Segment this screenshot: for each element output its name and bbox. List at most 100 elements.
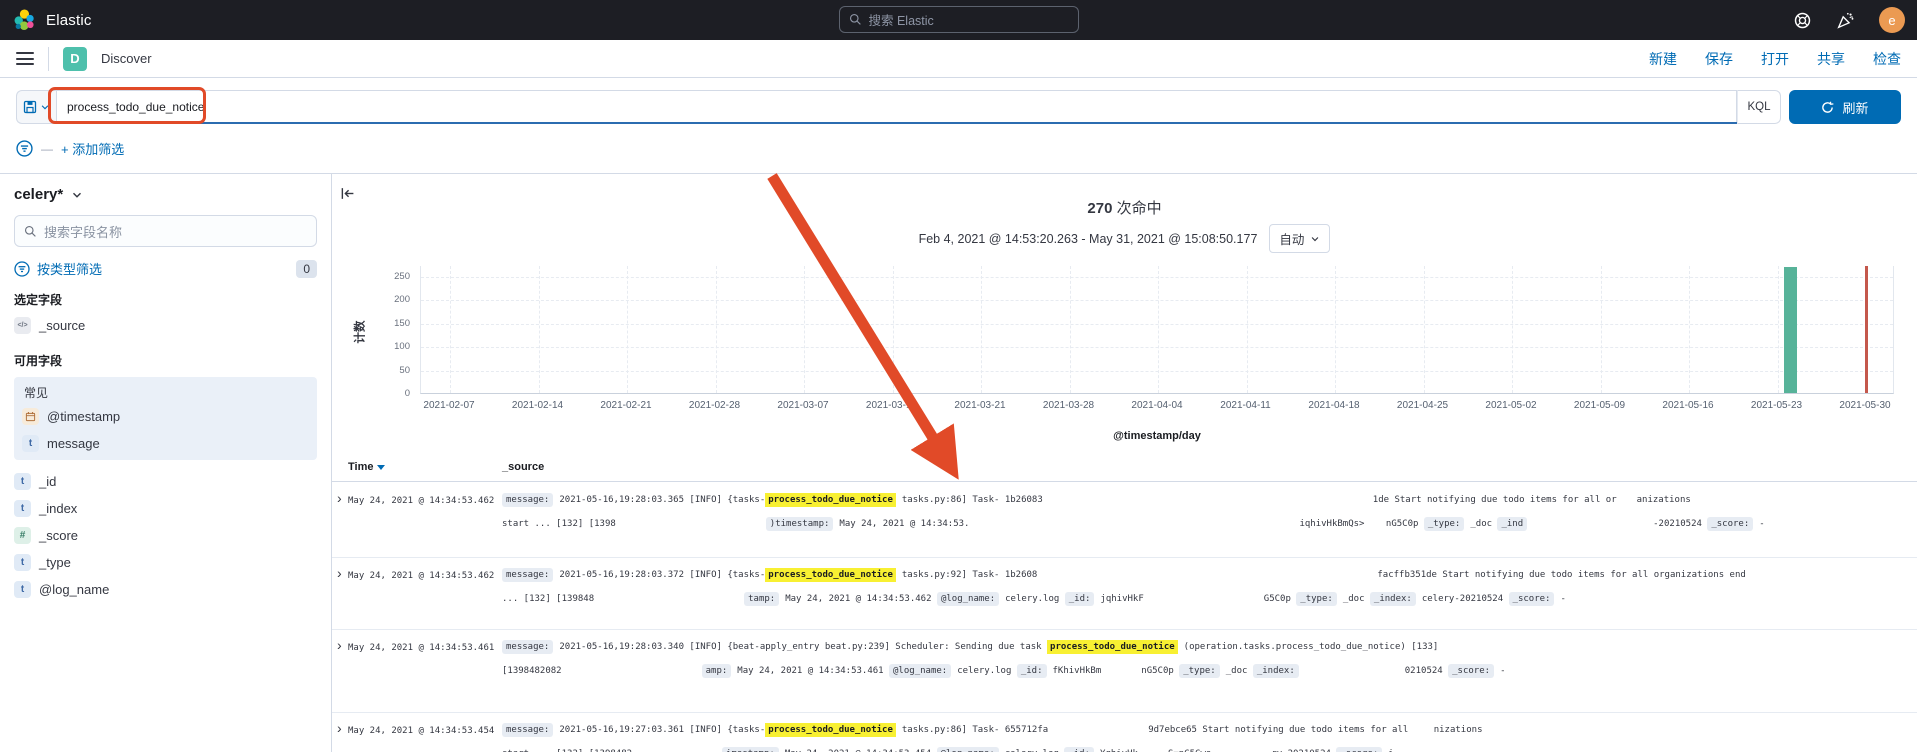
current-time-marker (1865, 266, 1868, 393)
query-bar: process_todo_due_notice KQL 刷新 (16, 90, 1901, 124)
action-保存[interactable]: 保存 (1705, 49, 1733, 69)
string-field-icon: t (22, 435, 39, 452)
x-tick-label: 2021-04-25 (1397, 400, 1448, 411)
redacted-gap (1370, 524, 1386, 525)
search-highlight: process_todo_due_notice (765, 568, 896, 582)
field-name: message (47, 436, 100, 451)
source-line: start ... [132] [1398482imestamp:May 24,… (502, 742, 1911, 752)
redacted-gap (594, 599, 744, 600)
action-检查[interactable]: 检查 (1873, 49, 1901, 69)
filter-icon (14, 261, 30, 277)
histogram-bar[interactable] (1784, 267, 1797, 393)
breadcrumb[interactable]: Discover (101, 51, 152, 66)
source-text: 2021-05-16,19:28:03.365 [INFO] {tasks- (559, 495, 765, 505)
x-tick-label: 2021-02-14 (512, 400, 563, 411)
source-field-icon: </> (14, 317, 31, 334)
action-共享[interactable]: 共享 (1817, 49, 1845, 69)
hits-count: 270 (1087, 200, 1112, 217)
popular-fields-list: @timestamp t message (22, 403, 309, 457)
column-header-time[interactable]: Time (348, 461, 385, 473)
elastic-logo[interactable]: Elastic (14, 9, 92, 31)
filter-icon[interactable] (16, 140, 33, 157)
newsfeed-icon[interactable] (1836, 11, 1855, 30)
source-text: facffb351de Start notifying due todo ite… (1377, 570, 1745, 580)
y-gridline (421, 277, 1893, 278)
field-item-message[interactable]: t message (22, 430, 309, 457)
source-text: 2021-05-16,19:28:03.340 [INFO] {beat-app… (559, 642, 1047, 652)
help-icon[interactable] (1793, 11, 1812, 30)
table-row: ›May 24, 2021 @ 14:34:53.462message:2021… (332, 483, 1917, 558)
field-key-badge: _type: (1296, 592, 1337, 606)
action-打开[interactable]: 打开 (1761, 49, 1789, 69)
field-name: @log_name (39, 582, 109, 597)
field-item-_id[interactable]: t_id (14, 468, 317, 495)
source-text: fKhivHkBm (1053, 666, 1102, 676)
field-key-badge: _id: (1065, 592, 1095, 606)
x-gridline (539, 266, 540, 393)
field-key-badge: _index: (1370, 592, 1416, 606)
query-input[interactable]: process_todo_due_notice (56, 90, 1737, 124)
discover-app: Elastic 搜索 Elastic e (0, 0, 1917, 753)
source-text: nG5C0p (1141, 666, 1179, 676)
x-gridline (1778, 266, 1779, 393)
field-key-badge: _type: (1179, 664, 1220, 678)
search-highlight: process_todo_due_notice (765, 493, 896, 507)
selected-fields-heading: 选定字段 (14, 291, 317, 308)
expand-row-button[interactable]: › (337, 638, 342, 652)
sort-desc-icon (377, 465, 385, 470)
field-item-_source[interactable]: </>_source (14, 312, 317, 339)
x-tick-label: 2021-04-11 (1220, 400, 1270, 411)
row-source: message: 2021-05-16,19:27:03.361 [INFO] {… (502, 718, 1911, 752)
field-search-input[interactable]: 搜索字段名称 (14, 215, 317, 247)
search-icon (24, 225, 37, 238)
column-header-source[interactable]: _source (502, 461, 544, 473)
field-item-@log_name[interactable]: t@log_name (14, 576, 317, 603)
global-search-input[interactable]: 搜索 Elastic (839, 6, 1079, 33)
user-avatar[interactable]: e (1879, 7, 1905, 33)
filter-by-type-link[interactable]: 按类型筛选 (37, 259, 102, 278)
search-icon (849, 13, 862, 26)
field-key-badge: @log_name: (937, 747, 999, 752)
saved-query-button[interactable] (16, 90, 56, 124)
source-text: May 24, 2021 @ 14:34:53. (839, 519, 969, 529)
menu-button[interactable] (16, 52, 34, 65)
source-text: i- (1388, 749, 1399, 752)
y-tick-label: 50 (332, 365, 410, 376)
x-gridline (1512, 266, 1513, 393)
space-badge[interactable]: D (63, 47, 87, 71)
field-key-badge: _type: (1424, 517, 1465, 531)
field-key-badge: message: (502, 723, 553, 737)
x-tick-label: 2021-05-09 (1574, 400, 1625, 411)
field-item-_index[interactable]: t_index (14, 495, 317, 522)
field-item-@timestamp[interactable]: @timestamp (22, 403, 309, 430)
source-text: anizations (1637, 495, 1691, 505)
expand-row-button[interactable]: › (337, 566, 342, 580)
field-key-badge: imestamp: (722, 747, 779, 752)
x-tick-label: 2021-05-02 (1485, 400, 1536, 411)
refresh-button[interactable]: 刷新 (1789, 90, 1901, 124)
interval-select[interactable]: 自动 (1269, 224, 1330, 253)
source-text: tasks.py:86] Task- 1b26083 (902, 495, 1043, 505)
source-text: [1398482082 (502, 666, 562, 676)
kql-button[interactable]: KQL (1737, 90, 1781, 124)
field-item-_type[interactable]: t_type (14, 549, 317, 576)
save-icon (23, 100, 37, 114)
field-key-badge: _score: (1509, 592, 1555, 606)
field-name: _index (39, 501, 77, 516)
row-time: May 24, 2021 @ 14:34:53.461 (348, 643, 494, 653)
action-新建[interactable]: 新建 (1649, 49, 1677, 69)
table-row: ›May 24, 2021 @ 14:34:53.461message:2021… (332, 630, 1917, 713)
number-field-icon: # (14, 527, 31, 544)
chevron-down-icon[interactable] (71, 189, 83, 201)
y-tick-label: 200 (332, 294, 410, 305)
search-highlight: process_todo_due_notice (765, 723, 896, 737)
index-pattern-switcher[interactable]: celery* (14, 186, 63, 203)
source-text: 2021-05-16,19:27:03.361 [INFO] {tasks- (559, 725, 765, 735)
expand-row-button[interactable]: › (337, 491, 342, 505)
source-text: - (1500, 666, 1505, 676)
field-item-_score[interactable]: #_score (14, 522, 317, 549)
expand-row-button[interactable]: › (337, 721, 342, 735)
add-filter-link[interactable]: + 添加筛选 (61, 139, 124, 158)
discover-main: 270 次命中 Feb 4, 2021 @ 14:53:20.263 - May… (332, 174, 1917, 752)
field-key-badge: )timestamp: (766, 517, 834, 531)
